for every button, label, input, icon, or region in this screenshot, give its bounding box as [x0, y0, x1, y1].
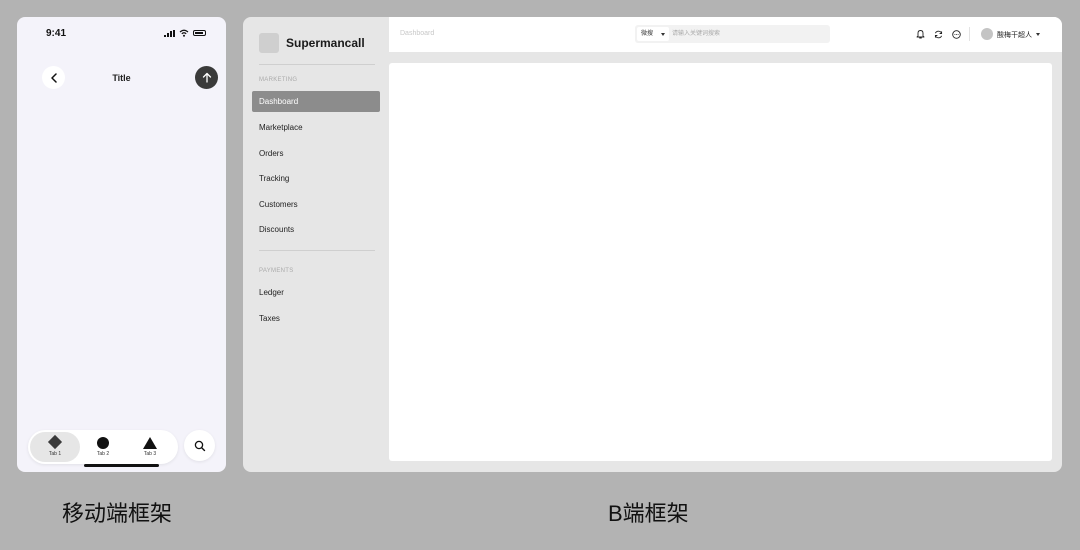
main-content [389, 63, 1052, 461]
status-bar: 9:41 [17, 17, 226, 49]
status-icons [164, 29, 206, 37]
sidebar-item-taxes[interactable]: Taxes [252, 308, 380, 329]
signal-icon [164, 29, 175, 37]
more-button[interactable] [951, 29, 961, 39]
sidebar-item-marketplace[interactable]: Marketplace [252, 117, 380, 138]
avatar[interactable] [981, 28, 993, 40]
sidebar-item-tracking[interactable]: Tracking [252, 168, 380, 189]
sidebar-item-discounts[interactable]: Discounts [252, 219, 380, 240]
sidebar-item-dashboard[interactable]: Dashboard [252, 91, 380, 112]
breadcrumb[interactable]: Dashboard [400, 30, 434, 37]
search-input[interactable] [672, 27, 822, 41]
brand-name: Supermancall [286, 36, 365, 50]
search-bar: 微搜 [635, 25, 830, 43]
caret-down-icon[interactable] [1036, 33, 1040, 36]
caption-mobile: 移动端框架 [62, 501, 173, 526]
tab-label: Tab 2 [96, 451, 110, 457]
logo [259, 33, 279, 53]
section-title-payments: PAYMENTS [259, 268, 294, 274]
tab-3[interactable]: Tab 3 [125, 432, 175, 462]
search-scope-select[interactable]: 微搜 [637, 27, 669, 41]
desktop-frame: Supermancall MARKETING Dashboard Marketp… [243, 17, 1062, 472]
wifi-icon [179, 29, 189, 37]
search-button[interactable] [184, 430, 215, 461]
search-scope-label: 微搜 [641, 31, 654, 37]
user-name[interactable]: 酸梅干超人 [997, 30, 1032, 40]
triangle-icon [143, 437, 157, 449]
status-time: 9:41 [46, 28, 67, 39]
more-circle-icon [951, 29, 961, 39]
refresh-icon [934, 30, 942, 38]
home-indicator [84, 464, 159, 467]
sidebar-item-ledger[interactable]: Ledger [252, 282, 380, 303]
caption-desktop: B端框架 [608, 501, 689, 526]
sidebar-item-customers[interactable]: Customers [252, 194, 380, 215]
refresh-button[interactable] [933, 29, 943, 39]
sidebar-item-orders[interactable]: Orders [252, 143, 380, 164]
notification-button[interactable] [915, 29, 925, 39]
caret-down-icon [661, 33, 665, 36]
mobile-frame: 9:41 Title Tab 1 Tab 2 Tab 3 [17, 17, 226, 472]
arrow-up-icon [202, 72, 211, 83]
section-title-marketing: MARKETING [259, 77, 298, 83]
divider [259, 250, 375, 251]
divider [259, 64, 375, 65]
circle-icon [97, 437, 109, 449]
tab-label: Tab 3 [143, 451, 157, 457]
top-bar: Dashboard 微搜 请输入关键词搜索 酸梅干超人 [389, 17, 1062, 52]
sidebar: Supermancall MARKETING Dashboard Marketp… [243, 17, 389, 472]
bell-icon [916, 30, 924, 39]
tab-bar: Tab 1 Tab 2 Tab 3 [28, 430, 178, 464]
battery-icon [193, 30, 206, 36]
divider [969, 27, 970, 41]
upload-button[interactable] [195, 66, 218, 89]
search-icon [194, 440, 205, 451]
diamond-icon [47, 434, 63, 450]
tab-1[interactable]: Tab 1 [30, 432, 80, 462]
tab-2[interactable]: Tab 2 [78, 432, 128, 462]
tab-label: Tab 1 [48, 451, 62, 457]
